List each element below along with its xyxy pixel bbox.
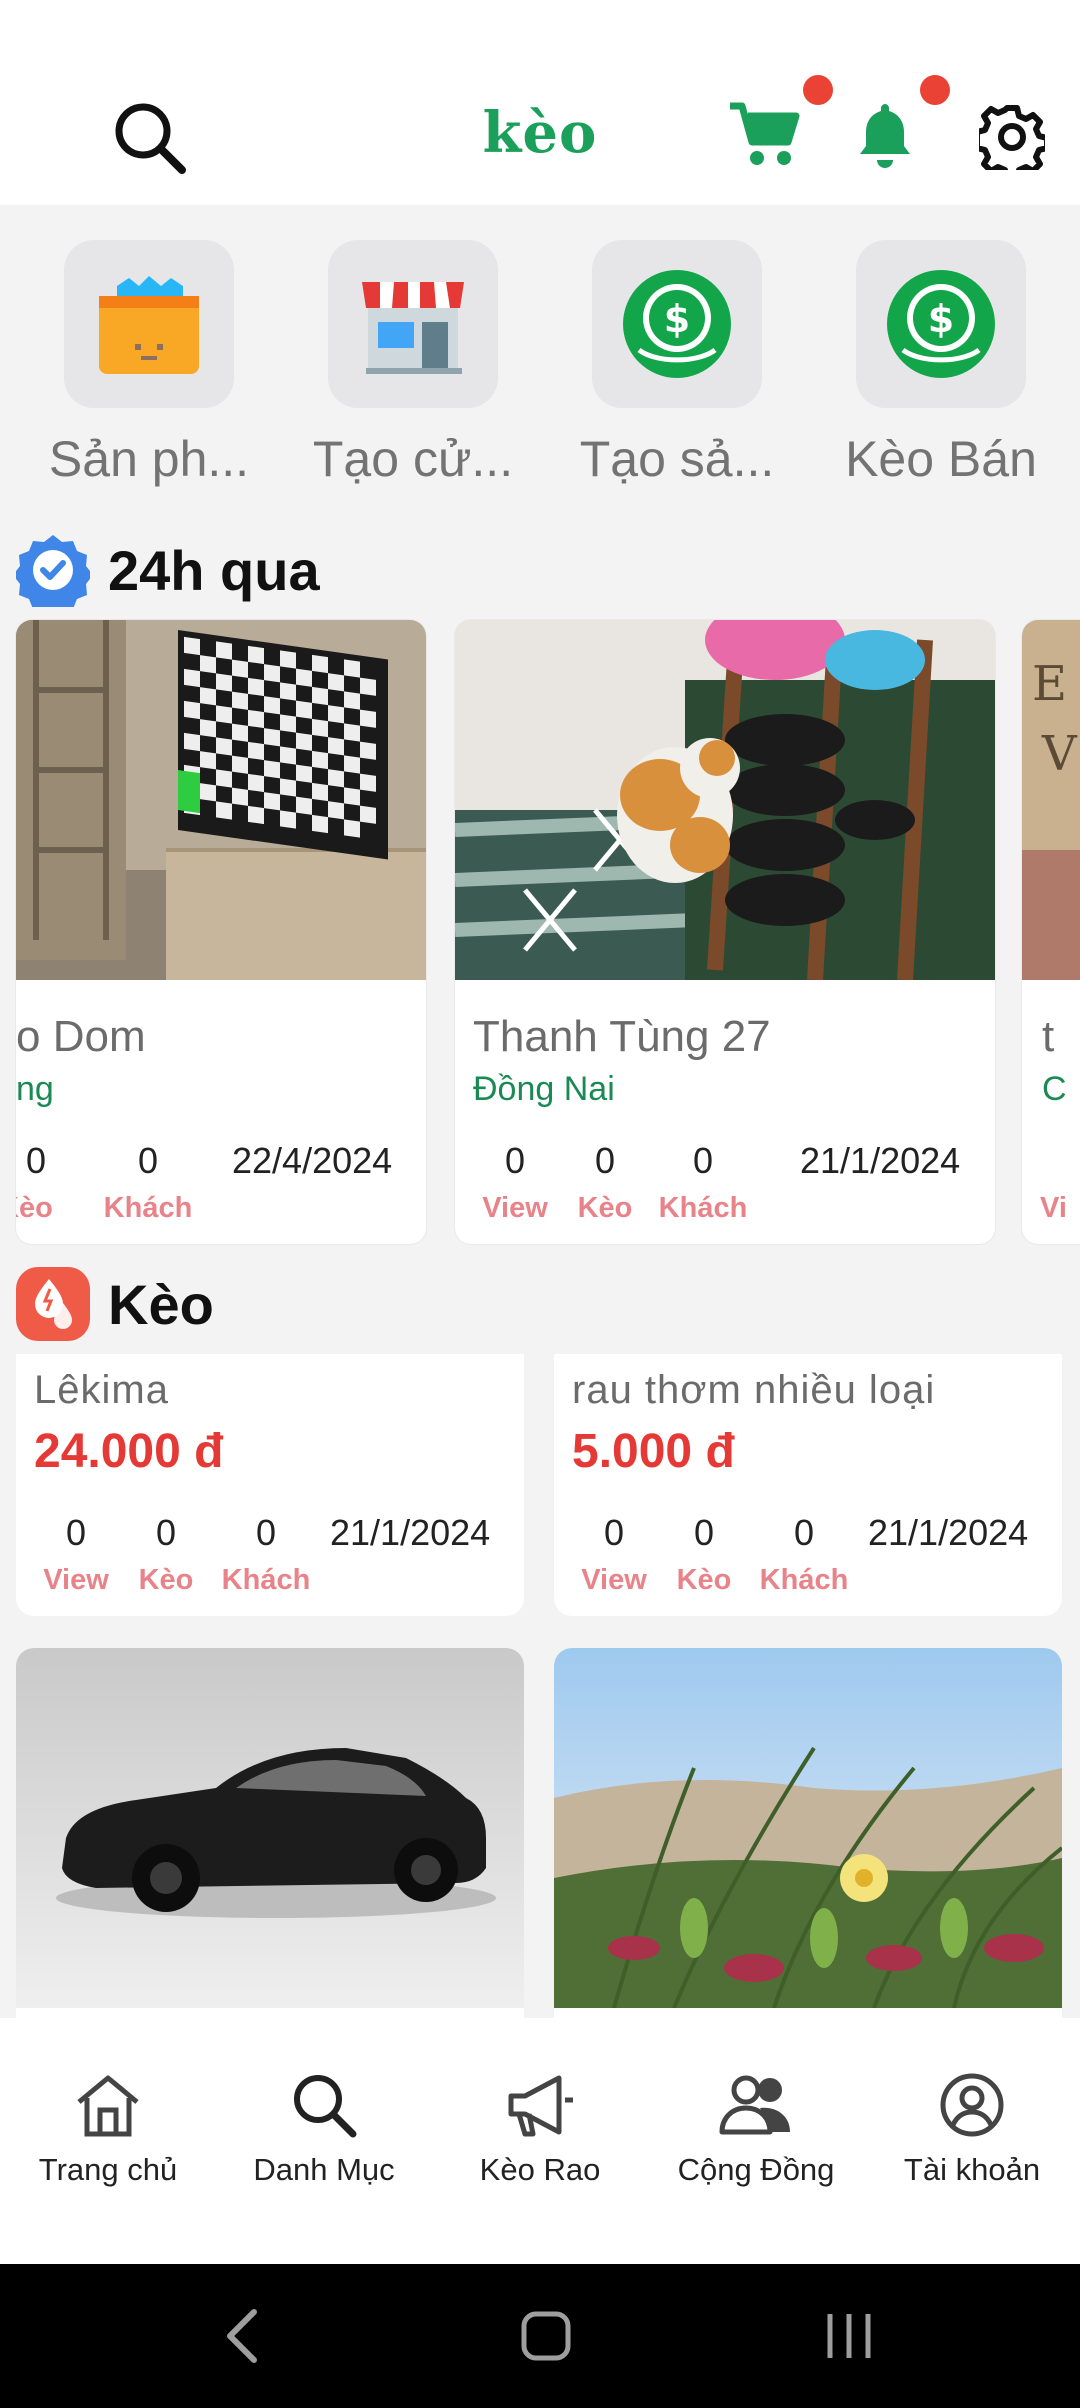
svg-text:$: $ bbox=[928, 297, 954, 341]
stat-label: Khách bbox=[759, 1564, 849, 1596]
app-logo: kèo bbox=[482, 100, 598, 166]
product-card[interactable]: Lêkima 24.000 đ 0 0 0 21/1/2024 View Kèo… bbox=[16, 1354, 524, 1616]
svg-text:E: E bbox=[1032, 656, 1067, 712]
section-24h-header: 24h qua bbox=[16, 532, 320, 608]
bottom-nav: Trang chủ Danh Mục Kèo Rao Cộng Đồng Tài… bbox=[0, 2018, 1080, 2264]
nav-label: Kèo Rao bbox=[479, 2152, 601, 2187]
back-icon[interactable] bbox=[222, 2308, 262, 2364]
item-date: 21/1/2024 bbox=[800, 1140, 961, 1181]
item-name: t bbox=[1042, 1012, 1055, 1061]
recent-item-card[interactable]: EV t C Vi bbox=[1022, 620, 1080, 1244]
item-name: Thanh Tùng 27 bbox=[473, 1012, 771, 1061]
dollar-coin-icon: $ bbox=[887, 270, 995, 378]
quick-action-label: Sản ph... bbox=[48, 431, 250, 487]
megaphone-icon bbox=[508, 2075, 573, 2137]
item-date: 22/4/2024 bbox=[232, 1140, 393, 1181]
quick-action-label: Tạo sả... bbox=[579, 431, 775, 487]
product-image bbox=[16, 1648, 524, 2008]
product-card[interactable]: rau thơm nhiều loại 5.000 đ 0 0 0 21/1/2… bbox=[554, 1354, 1062, 1616]
stat-value: 0 bbox=[255, 1512, 277, 1553]
quick-action-create-product[interactable]: $ Tạo sả... bbox=[580, 240, 774, 487]
recents-icon[interactable] bbox=[824, 2310, 874, 2362]
stat-value: 0 bbox=[692, 1140, 714, 1181]
item-location: Đồng Nai bbox=[473, 1070, 615, 1108]
item-location: ng bbox=[16, 1070, 54, 1108]
quick-action-keo-ban[interactable]: $ Kèo Bán bbox=[845, 240, 1037, 487]
product-name: Lêkima bbox=[34, 1368, 169, 1412]
svg-text:V: V bbox=[1041, 726, 1078, 782]
product-card[interactable] bbox=[16, 1648, 524, 2018]
svg-text:$: $ bbox=[664, 297, 690, 341]
store-icon bbox=[362, 282, 464, 374]
stat-label: Kèo bbox=[16, 1192, 53, 1224]
item-image: EV bbox=[1022, 620, 1080, 980]
nav-label: Trang chủ bbox=[38, 2152, 178, 2187]
section-keo-header: Kèo bbox=[16, 1266, 214, 1342]
verified-badge-icon bbox=[16, 535, 90, 607]
nav-label: Cộng Đồng bbox=[677, 2152, 835, 2187]
bell-icon[interactable] bbox=[856, 100, 914, 175]
nav-label: Danh Mục bbox=[253, 2152, 395, 2187]
home-button-icon[interactable] bbox=[520, 2310, 572, 2362]
section-title: Kèo bbox=[108, 1272, 214, 1336]
stat-value: 0 bbox=[793, 1512, 815, 1553]
cart-badge bbox=[803, 75, 833, 105]
product-image bbox=[554, 1648, 1062, 2009]
stat-value: 0 bbox=[25, 1140, 47, 1181]
search-icon bbox=[294, 2075, 357, 2138]
nav-account[interactable]: Tài khoản bbox=[864, 2072, 1080, 2188]
dollar-coin-icon: $ bbox=[623, 270, 731, 378]
item-image bbox=[16, 620, 426, 980]
stat-label: Khách bbox=[658, 1192, 748, 1224]
product-price: 24.000 đ bbox=[34, 1425, 224, 1478]
home-icon bbox=[77, 2075, 139, 2137]
product-date: 21/1/2024 bbox=[330, 1512, 491, 1553]
product-price: 5.000 đ bbox=[572, 1425, 735, 1478]
recent-item-card[interactable]: o Dom ng 0 0 22/4/2024 Kèo Khách bbox=[16, 620, 426, 1244]
top-bar: kèo bbox=[0, 0, 1080, 205]
item-image bbox=[455, 620, 995, 980]
nav-home[interactable]: Trang chủ bbox=[0, 2072, 216, 2188]
quick-action-create-store[interactable]: Tạo cử... bbox=[313, 240, 513, 487]
quick-action-label: Kèo Bán bbox=[845, 431, 1037, 487]
nav-categories[interactable]: Danh Mục bbox=[216, 2072, 432, 2188]
stat-label: Khách bbox=[221, 1564, 311, 1596]
product-date: 21/1/2024 bbox=[868, 1512, 1029, 1553]
people-icon bbox=[719, 2075, 790, 2135]
stat-label: Khách bbox=[103, 1192, 193, 1224]
account-icon bbox=[940, 2073, 1004, 2137]
product-name: rau thơm nhiều loại bbox=[572, 1368, 936, 1412]
section-title: 24h qua bbox=[108, 538, 320, 602]
keo-section-icon bbox=[16, 1267, 90, 1341]
product-card[interactable] bbox=[554, 1648, 1062, 2018]
quick-action-label: Tạo cử... bbox=[312, 431, 514, 487]
item-location: C bbox=[1042, 1070, 1067, 1108]
item-name: o Dom bbox=[16, 1012, 146, 1061]
nav-label: Tài khoản bbox=[903, 2152, 1041, 2187]
box-icon bbox=[99, 276, 199, 374]
bell-badge bbox=[920, 75, 950, 105]
stat-value: 0 bbox=[137, 1140, 159, 1181]
quick-action-products[interactable]: Sản ph... bbox=[49, 240, 249, 487]
nav-community[interactable]: Cộng Đồng bbox=[648, 2072, 864, 2188]
app-screen: kèo Sản ph... Tạo cử... $ Tạo sả... $ Kè… bbox=[0, 0, 1080, 2408]
stat-label: Vi bbox=[1040, 1192, 1067, 1224]
system-nav-bar bbox=[0, 2264, 1080, 2408]
gear-icon[interactable] bbox=[974, 104, 1050, 181]
recent-item-card[interactable]: Thanh Tùng 27 Đồng Nai 0 0 0 21/1/2024 V… bbox=[455, 620, 995, 1244]
cart-icon[interactable] bbox=[728, 100, 800, 175]
nav-keo-rao[interactable]: Kèo Rao bbox=[432, 2072, 648, 2188]
